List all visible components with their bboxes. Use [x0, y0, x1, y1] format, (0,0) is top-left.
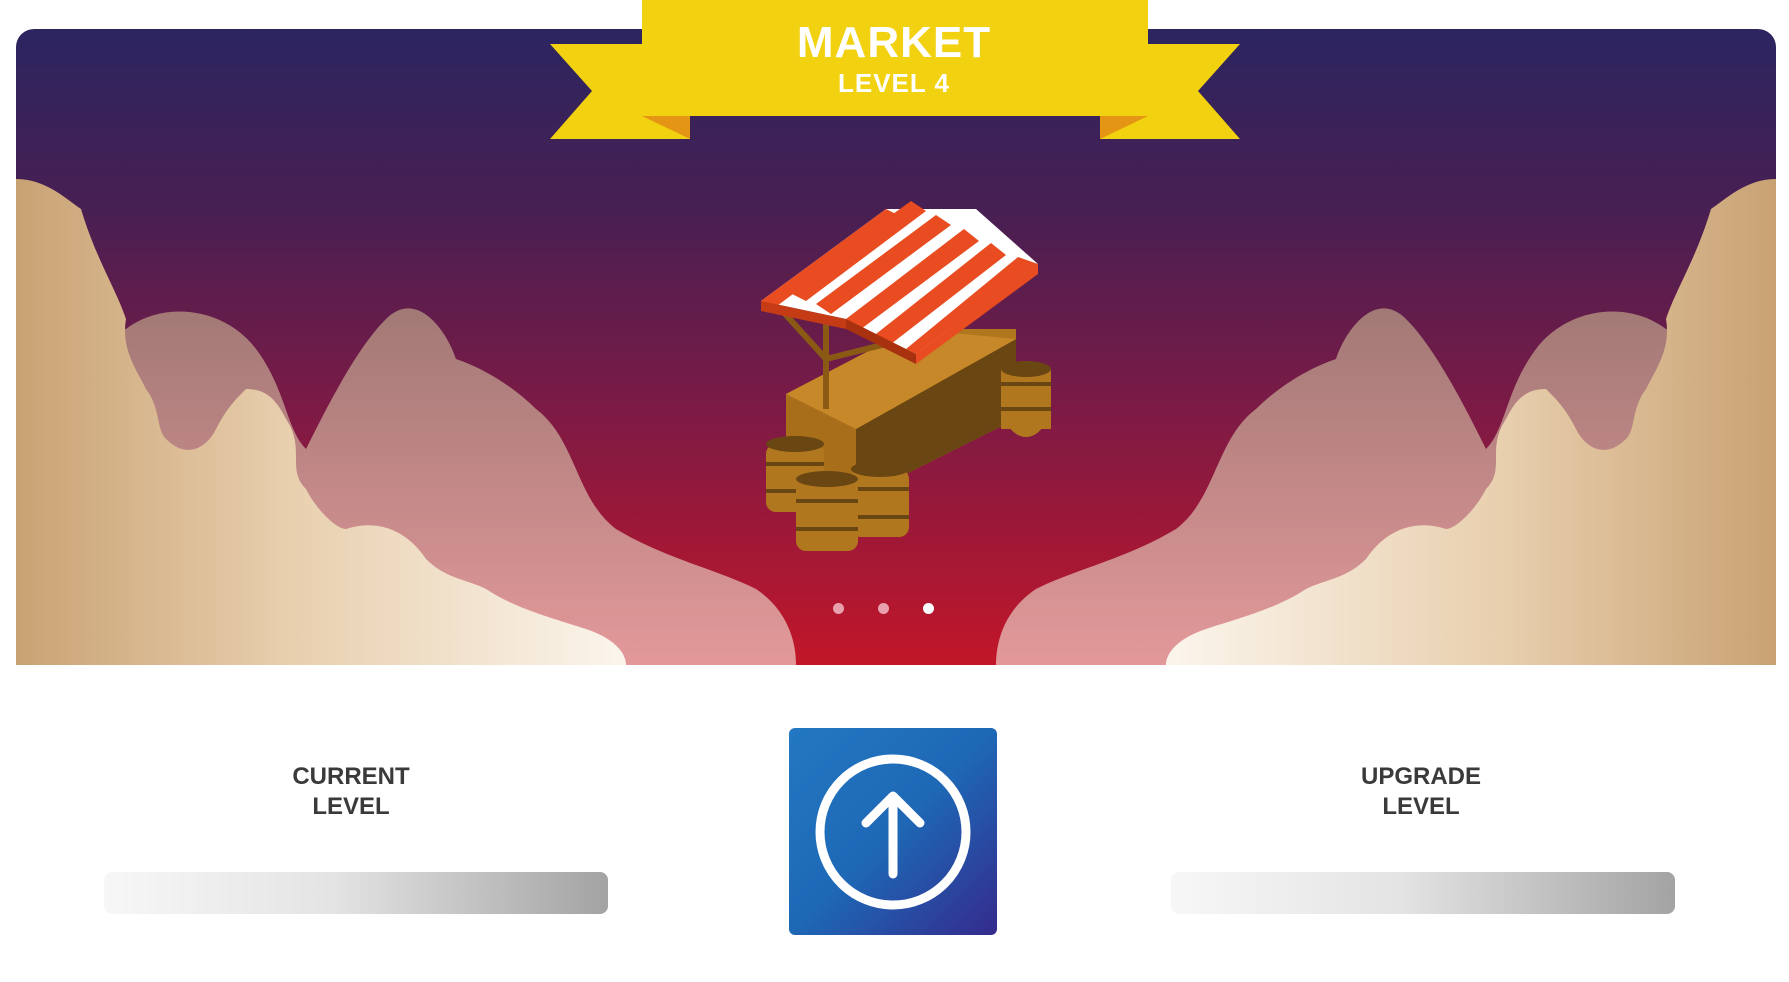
carousel-pagination [833, 603, 934, 614]
current-level-label-line1: CURRENT [292, 763, 410, 790]
carousel-dot[interactable] [878, 603, 889, 614]
current-level-label: CURRENT LEVEL [201, 762, 501, 822]
upgrade-level-label: UPGRADE LEVEL [1271, 762, 1571, 822]
upgrade-level-bar [1171, 872, 1675, 914]
barrel [796, 471, 858, 551]
upgrade-level-label-line1: UPGRADE [1360, 763, 1481, 790]
barrel [1001, 361, 1051, 437]
upgrade-button[interactable] [789, 728, 997, 935]
carousel-dot-active[interactable] [923, 603, 934, 614]
current-level-bar [104, 872, 608, 914]
upgrade-level-label-line2: LEVEL [1382, 793, 1460, 820]
carousel-dot[interactable] [833, 603, 844, 614]
current-level-label-line2: LEVEL [312, 793, 390, 820]
building-level: LEVEL 4 [837, 68, 950, 98]
barrel [851, 461, 909, 537]
arrow-up-circle-icon [815, 754, 971, 910]
market-stall-illustration [761, 201, 1051, 551]
building-name: MARKET [796, 18, 992, 67]
